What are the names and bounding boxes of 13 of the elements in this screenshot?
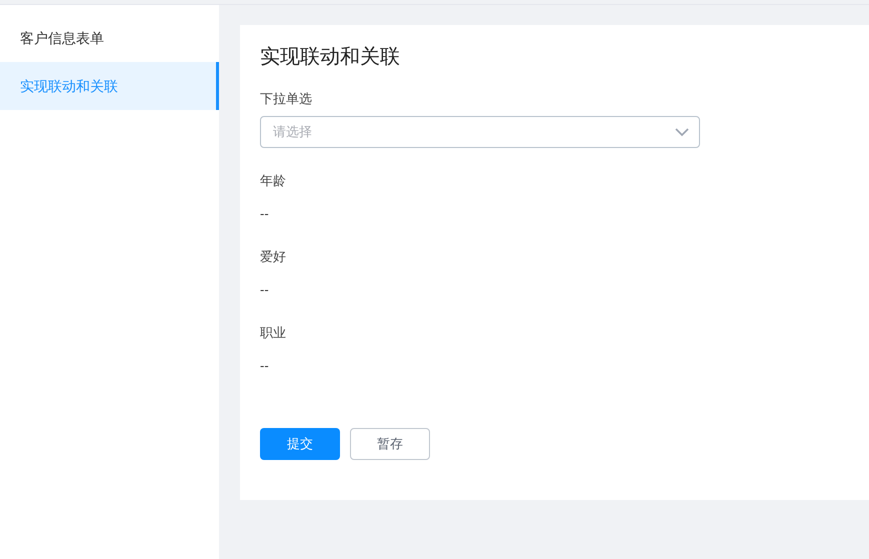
field-label: 爱好 bbox=[260, 248, 286, 266]
field-value: -- bbox=[260, 205, 269, 223]
field-label: 职业 bbox=[260, 324, 286, 342]
submit-button[interactable]: 提交 bbox=[260, 428, 340, 460]
chevron-down-icon bbox=[675, 128, 689, 136]
field-label: 年龄 bbox=[260, 172, 286, 190]
save-draft-button[interactable]: 暂存 bbox=[350, 428, 430, 460]
select-field[interactable]: 请选择 bbox=[260, 116, 700, 148]
field-label: 下拉单选 bbox=[260, 90, 312, 108]
field-value: -- bbox=[260, 357, 269, 375]
form-title: 实现联动和关联 bbox=[260, 45, 400, 69]
sidebar-item[interactable]: 客户信息表单 bbox=[0, 14, 219, 62]
field-value: -- bbox=[260, 281, 269, 299]
